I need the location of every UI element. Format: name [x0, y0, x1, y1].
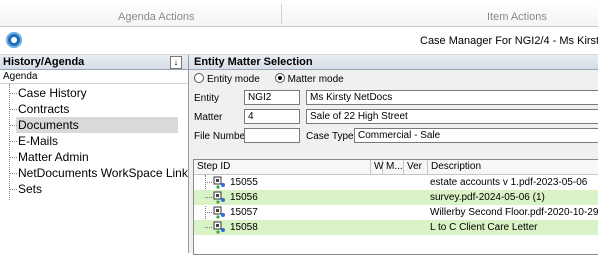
- mode-selector: Entity mode Matter mode: [194, 73, 344, 85]
- entity-mode-label: Entity mode: [207, 74, 260, 85]
- entity-name-field[interactable]: Ms Kirsty NetDocs: [306, 90, 598, 105]
- radio-icon: [194, 73, 204, 83]
- agenda-subheader: Agenda: [0, 70, 188, 84]
- tree-item-sets[interactable]: Sets: [0, 181, 188, 197]
- tree-connector: [205, 227, 212, 228]
- tree-item-label: Contracts: [18, 102, 70, 116]
- entity-matter-panel: Entity Matter Selection Entity mode Matt…: [189, 55, 598, 255]
- document-step-icon: [213, 191, 225, 204]
- tree-connector: [205, 212, 212, 213]
- document-step-icon: [213, 176, 225, 189]
- case-type-label: Case Type: [306, 131, 354, 142]
- ribbon-separator: [281, 4, 282, 24]
- file-number-label: File Number: [194, 131, 249, 142]
- list-row[interactable]: 15058 L to C Client Care Letter: [194, 220, 598, 235]
- steps-list: Step ID W M... Ver Description 15055 est…: [193, 159, 598, 255]
- matter-description-field[interactable]: Sale of 22 High Street: [306, 109, 598, 124]
- matter-label: Matter: [194, 112, 223, 123]
- step-description: Willerby Second Floor.pdf-2020-10-29: [430, 207, 598, 218]
- tree-item-documents[interactable]: Documents: [0, 117, 188, 133]
- ribbon: Agenda Actions Item Actions: [0, 0, 598, 27]
- column-step-id[interactable]: Step ID: [194, 160, 371, 174]
- document-step-icon: [213, 206, 225, 219]
- entity-code-field[interactable]: NGI2: [244, 90, 300, 105]
- window-title: Case Manager For NGI2/4 - Ms Kirsty Net: [420, 35, 598, 47]
- panel-header-title: History/Agenda: [3, 56, 85, 68]
- step-description: survey.pdf-2024-05-06 (1): [430, 192, 545, 203]
- list-body: 15055 estate accounts v 1.pdf-2023-05-06…: [194, 175, 598, 235]
- tree-item-label: Matter Admin: [18, 150, 89, 164]
- tree-item-label: E-Mails: [18, 134, 59, 148]
- matter-mode-radio[interactable]: Matter mode: [274, 73, 344, 85]
- tree-item-label: Documents: [16, 117, 178, 133]
- step-description: L to C Client Care Letter: [430, 222, 538, 233]
- tree-item-netdocuments-workspace-link[interactable]: NetDocuments WorkSpace Link: [0, 165, 188, 181]
- title-bar: Case Manager For NGI2/4 - Ms Kirsty Net: [0, 27, 598, 55]
- history-agenda-panel: History/Agenda ↓ Agenda Case History Con…: [0, 55, 189, 253]
- matter-mode-label: Matter mode: [287, 74, 344, 85]
- tree-item-label: NetDocuments WorkSpace Link: [18, 166, 188, 180]
- entity-mode-radio[interactable]: Entity mode: [194, 73, 260, 85]
- ribbon-group-agenda-actions: Agenda Actions: [118, 11, 195, 23]
- matter-number-field[interactable]: 4: [244, 109, 300, 124]
- entity-label: Entity: [194, 93, 220, 104]
- column-w[interactable]: W: [371, 160, 383, 174]
- panel-header-title: Entity Matter Selection: [189, 55, 598, 70]
- list-row[interactable]: 15057 Willerby Second Floor.pdf-2020-10-…: [194, 205, 598, 220]
- column-ver[interactable]: Ver: [404, 160, 428, 174]
- tree-connector: [205, 197, 212, 198]
- ribbon-group-item-actions: Item Actions: [487, 11, 547, 23]
- radio-selected-icon: [274, 73, 285, 83]
- agenda-tree: Case History Contracts Documents E-Mails…: [0, 84, 188, 200]
- tree-item-label: Sets: [18, 182, 43, 196]
- tree-item-label: Case History: [18, 86, 87, 100]
- app-logo-icon[interactable]: [6, 32, 22, 48]
- panel-header: History/Agenda ↓: [0, 55, 188, 70]
- file-number-field[interactable]: [244, 128, 300, 143]
- document-step-icon: [213, 221, 225, 234]
- list-row[interactable]: 15056 survey.pdf-2024-05-06 (1): [194, 190, 598, 205]
- step-id: 15058: [230, 222, 258, 233]
- step-description: estate accounts v 1.pdf-2023-05-06: [430, 177, 588, 188]
- pin-icon[interactable]: ↓: [170, 56, 182, 69]
- tree-connector: [205, 182, 212, 183]
- list-header: Step ID W M... Ver Description: [194, 160, 598, 175]
- tree-item-case-history[interactable]: Case History: [0, 85, 188, 101]
- step-id: 15057: [230, 207, 258, 218]
- tree-item-matter-admin[interactable]: Matter Admin: [0, 149, 188, 165]
- tree-item-emails[interactable]: E-Mails: [0, 133, 188, 149]
- step-id: 15056: [230, 192, 258, 203]
- column-description[interactable]: Description: [428, 160, 598, 174]
- list-row[interactable]: 15055 estate accounts v 1.pdf-2023-05-06: [194, 175, 598, 190]
- column-m[interactable]: M...: [383, 160, 404, 174]
- tree-item-contracts[interactable]: Contracts: [0, 101, 188, 117]
- case-type-field[interactable]: Commercial - Sale: [354, 128, 598, 143]
- step-id: 15055: [230, 177, 258, 188]
